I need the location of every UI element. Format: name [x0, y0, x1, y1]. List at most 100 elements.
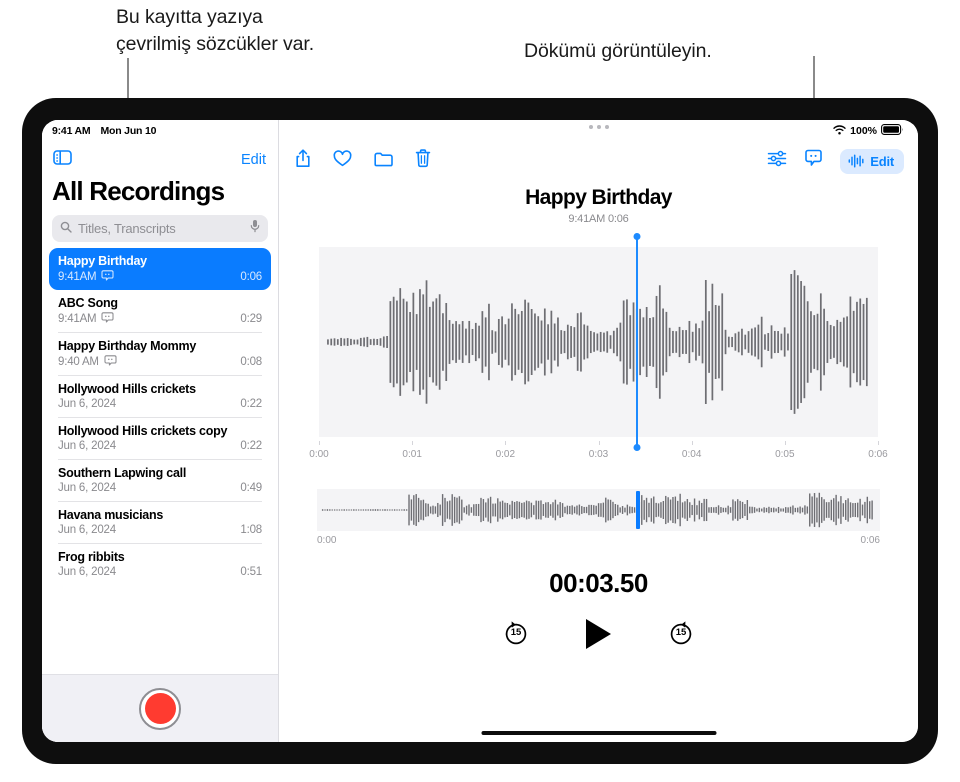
axis-tick-mark: [691, 441, 693, 445]
recording-duration: 0:29: [240, 312, 262, 325]
record-button[interactable]: [139, 687, 181, 730]
trash-icon[interactable]: [415, 149, 431, 173]
recording-meta: 9:41AM 0:29: [58, 312, 262, 325]
recording-date: 9:41AM: [58, 270, 97, 283]
callout-view-transcript: Dökümü görüntüleyin.: [524, 40, 712, 62]
recording-duration: 0:22: [240, 440, 262, 452]
status-bar-date: Mon Jun 10: [100, 125, 157, 137]
scrubber-bars: [321, 492, 873, 528]
recording-title: Happy Birthday: [525, 186, 672, 209]
recording-duration: 0:08: [240, 355, 262, 368]
recording-list-item[interactable]: Havana musicians Jun 6, 2024 1:08: [49, 502, 271, 543]
recording-date: 9:41AM: [58, 312, 97, 325]
recording-date: Jun 6, 2024: [58, 482, 116, 494]
battery-percent-label: 100%: [850, 125, 877, 137]
recording-duration: 0:22: [240, 398, 262, 410]
recording-name: Hollywood Hills crickets copy: [58, 424, 228, 438]
status-bar-time: 9:41 AM: [52, 125, 91, 137]
transcript-badge-icon: [101, 270, 114, 283]
sidebar-body: Edit All Recordings Titles, Transcripts: [42, 142, 278, 742]
favorite-heart-icon[interactable]: [333, 150, 352, 172]
edit-button-label: Edit: [870, 153, 894, 169]
recording-meta: Jun 6, 2024 0:49: [58, 482, 262, 494]
playback-controls: 15 15: [279, 619, 918, 649]
recording-meta: 9:41AM 0:06: [58, 270, 262, 283]
transcript-badge-icon: [101, 312, 114, 325]
axis-tick-label: 0:06: [868, 449, 888, 460]
recording-duration: 0:49: [240, 482, 262, 494]
wifi-icon: [833, 124, 846, 138]
skip-back-label: 15: [510, 627, 522, 638]
recordings-list[interactable]: Happy Birthday 9:41AM 0:06 ABC Song 9:41AM 0:…: [42, 248, 278, 674]
page-title: All Recordings: [52, 176, 225, 206]
battery-icon: [881, 124, 904, 138]
recording-list-item[interactable]: Hollywood Hills crickets Jun 6, 2024 0:22: [49, 376, 271, 417]
scrubber-playhead[interactable]: [636, 491, 641, 529]
recording-meta: Jun 6, 2024 0:22: [58, 440, 262, 452]
search-input[interactable]: Titles, Transcripts: [52, 215, 268, 242]
search-icon: [60, 220, 72, 238]
recording-name: Havana musicians: [58, 508, 164, 522]
axis-tick-label: 0:05: [775, 449, 795, 460]
edit-button[interactable]: Edit: [840, 148, 904, 174]
timecode-display: 00:03.50: [549, 568, 648, 598]
skip-forward-15-button[interactable]: 15: [667, 620, 695, 648]
recording-meta: Jun 6, 2024 0:51: [58, 566, 262, 578]
main-waveform[interactable]: [319, 247, 878, 437]
detail-panel: 100% Edit Happy Birthday 9:41AM 0:06 0:0…: [279, 120, 918, 742]
scrubber-start-label: 0:00: [317, 535, 337, 546]
axis-tick-mark: [878, 441, 879, 445]
transcript-bubble-icon[interactable]: [804, 149, 823, 173]
axis-tick-mark: [598, 441, 600, 445]
status-bar-right: 100%: [279, 120, 918, 142]
toolbar-actions-left: [295, 149, 431, 173]
axis-tick-mark: [784, 441, 786, 445]
recording-date: Jun 6, 2024: [58, 440, 116, 452]
screenshot-root: Bu kayıtta yazıya çevrilmiş sözcükler va…: [0, 0, 960, 782]
recording-name: Hollywood Hills crickets: [58, 382, 196, 396]
waveform-time-axis: 0:00 0:01 0:02 0:03 0:04 0:05 0:06: [309, 441, 888, 463]
recording-date: 9:40 AM: [58, 355, 99, 368]
skip-forward-label: 15: [675, 627, 687, 638]
scrubber-waveform[interactable]: [317, 489, 880, 531]
ipad-screen: 9:41 AM Mon Jun 10 Edit All Recordings T…: [42, 120, 918, 742]
folder-icon[interactable]: [374, 151, 393, 172]
recording-name: ABC Song: [58, 296, 118, 310]
recording-name: Frog ribbits: [58, 550, 125, 564]
microphone-icon[interactable]: [250, 219, 260, 238]
share-icon[interactable]: [295, 149, 311, 173]
recording-name: Happy Birthday: [58, 254, 147, 268]
toolbar-actions-right: Edit: [767, 148, 904, 174]
recording-list-item[interactable]: Happy Birthday Mommy 9:40 AM 0:08: [49, 333, 271, 375]
sidebar: 9:41 AM Mon Jun 10 Edit All Recordings T…: [42, 120, 279, 742]
recording-list-item[interactable]: Frog ribbits Jun 6, 2024 0:51: [49, 544, 271, 585]
playhead[interactable]: [635, 236, 639, 448]
status-bar-left: 9:41 AM Mon Jun 10: [42, 120, 278, 142]
axis-tick-mark: [412, 441, 414, 445]
record-dot-icon: [144, 693, 176, 724]
axis-tick-label: 0:04: [681, 449, 702, 460]
recording-meta: Jun 6, 2024 1:08: [58, 524, 262, 536]
recording-duration: 1:08: [240, 524, 262, 536]
recording-list-item[interactable]: ABC Song 9:41AM 0:29: [49, 290, 271, 332]
sidebar-edit-button[interactable]: Edit: [241, 152, 266, 168]
ipad-device-frame: 9:41 AM Mon Jun 10 Edit All Recordings T…: [22, 98, 938, 764]
recording-meta: 9:40 AM 0:08: [58, 355, 262, 368]
sidebar-toggle-icon[interactable]: [53, 150, 72, 170]
multitasking-handle[interactable]: [588, 125, 609, 129]
recording-date: Jun 6, 2024: [58, 566, 116, 578]
search-placeholder: Titles, Transcripts: [78, 221, 176, 236]
recording-meta: Jun 6, 2024 0:22: [58, 398, 262, 410]
recording-list-item[interactable]: Southern Lapwing call Jun 6, 2024 0:49: [49, 460, 271, 501]
scrubber-container[interactable]: 0:00 0:06: [317, 489, 880, 546]
recording-list-item[interactable]: Hollywood Hills crickets copy Jun 6, 2024…: [49, 418, 271, 459]
axis-tick-mark: [319, 441, 320, 445]
skip-back-15-button[interactable]: 15: [502, 620, 530, 648]
play-button[interactable]: [586, 619, 611, 649]
main-waveform-container[interactable]: [319, 236, 878, 448]
recording-subtitle: 9:41AM 0:06: [568, 213, 629, 225]
audio-settings-icon[interactable]: [767, 150, 787, 172]
home-indicator[interactable]: [481, 731, 716, 735]
recording-name: Southern Lapwing call: [58, 466, 187, 480]
recording-list-item[interactable]: Happy Birthday 9:41AM 0:06: [49, 248, 271, 290]
